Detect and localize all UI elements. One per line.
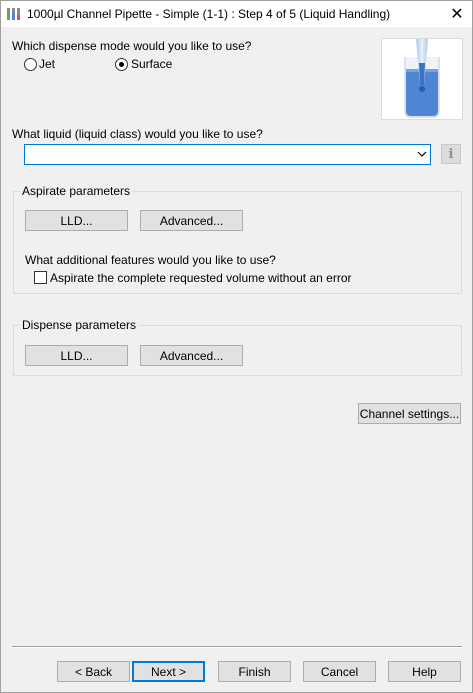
radio-jet-label[interactable]: Jet xyxy=(39,57,55,71)
checkbox-label[interactable]: Aspirate the complete requested volume w… xyxy=(50,271,352,285)
help-button[interactable]: Help xyxy=(388,661,461,682)
radio-surface-label[interactable]: Surface xyxy=(131,57,172,71)
additional-features-question: What additional features would you like … xyxy=(25,253,276,267)
aspirate-lld-button[interactable]: LLD... xyxy=(25,210,128,231)
cancel-button[interactable]: Cancel xyxy=(303,661,376,682)
dispense-lld-button[interactable]: LLD... xyxy=(25,345,128,366)
footer-separator-highlight xyxy=(12,647,462,648)
dispense-mode-question: Which dispense mode would you like to us… xyxy=(12,39,252,53)
radio-jet-indicator[interactable] xyxy=(24,58,37,71)
aspirate-parameters-title: Aspirate parameters xyxy=(20,184,133,198)
aspirate-advanced-button[interactable]: Advanced... xyxy=(140,210,243,231)
back-button[interactable]: < Back xyxy=(57,661,130,682)
radio-surface-indicator[interactable] xyxy=(115,58,128,71)
surface-dispense-icon xyxy=(404,39,440,118)
dispense-mode-illustration xyxy=(381,38,463,120)
wizard-window: 1000µl Channel Pipette - Simple (1-1) : … xyxy=(0,0,473,693)
pipette-app-icon xyxy=(7,8,20,20)
next-button[interactable]: Next > xyxy=(132,661,205,682)
finish-button[interactable]: Finish xyxy=(218,661,291,682)
checkbox-indicator[interactable] xyxy=(34,271,47,284)
dispense-advanced-button[interactable]: Advanced... xyxy=(140,345,243,366)
info-button[interactable]: i xyxy=(441,144,461,164)
liquid-class-question: What liquid (liquid class) would you lik… xyxy=(12,127,263,141)
close-button[interactable]: ✕ xyxy=(442,1,472,27)
liquid-class-combobox[interactable] xyxy=(24,144,431,165)
info-icon: i xyxy=(448,146,454,162)
title-bar: 1000µl Channel Pipette - Simple (1-1) : … xyxy=(1,1,472,27)
channel-settings-button[interactable]: Channel settings... xyxy=(358,403,461,424)
window-title: 1000µl Channel Pipette - Simple (1-1) : … xyxy=(27,7,391,21)
chevron-down-icon[interactable] xyxy=(417,151,427,158)
dispense-parameters-title: Dispense parameters xyxy=(20,318,139,332)
close-icon: ✕ xyxy=(450,6,464,23)
